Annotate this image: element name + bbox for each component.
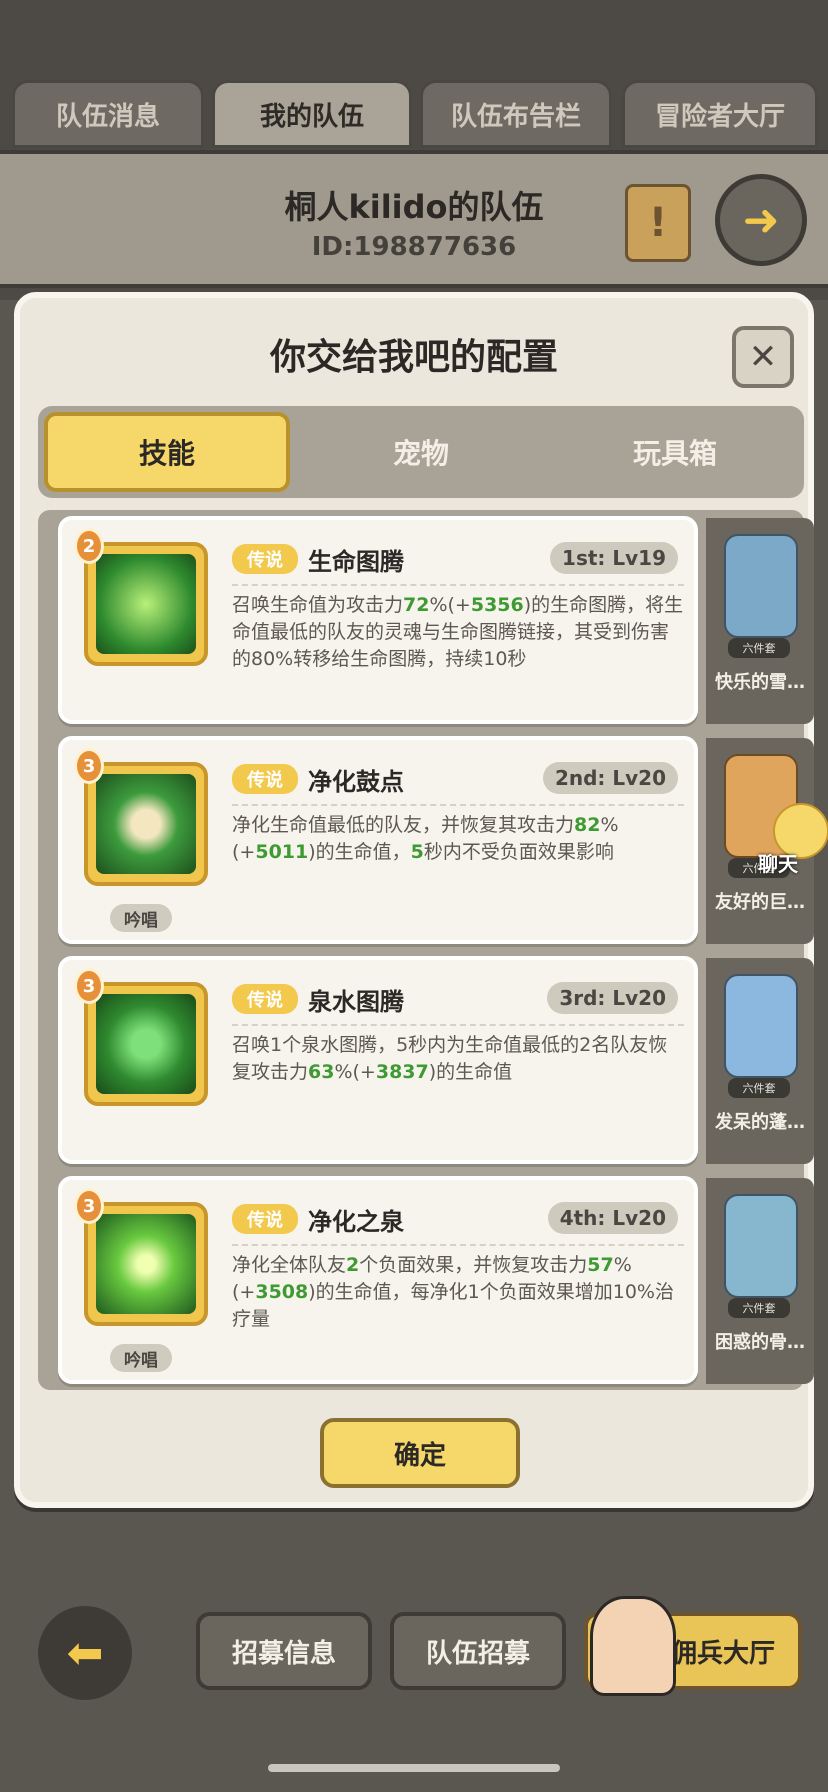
skill-slot-level: 1st: Lv19 (550, 542, 678, 574)
team-recruit-button[interactable]: 队伍招募 (390, 1612, 566, 1690)
divider (232, 1244, 684, 1246)
skill-description: 净化生命值最低的队友，并恢复其攻击力82%(+5011)的生命值，5秒内不受负面… (232, 814, 619, 863)
skill-card[interactable]: 3 吟唱 传说 净化鼓点 2nd: Lv20 净化生命值最低的队友，并恢复其攻击… (58, 736, 698, 944)
mercenary-avatar (590, 1596, 676, 1696)
pet-slot-1[interactable]: 六件套 快乐的雪… (706, 518, 814, 724)
tab-skills[interactable]: 技能 (44, 412, 290, 492)
pet-slot-3[interactable]: 六件套 发呆的蓬… (706, 958, 814, 1164)
close-button[interactable]: ✕ (732, 326, 794, 388)
home-indicator[interactable] (268, 1764, 560, 1772)
skill-description: 召唤生命值为攻击力72%(+5356)的生命图腾，将生命值最低的队友的灵魂与生命… (232, 594, 684, 670)
skill-icon (84, 762, 208, 886)
pet-name: 友好的巨… (715, 892, 805, 913)
pet-avatar (724, 534, 798, 638)
divider (232, 584, 684, 586)
exit-team-button[interactable]: ➜ (715, 174, 807, 266)
recruit-info-button[interactable]: 招募信息 (196, 1612, 372, 1690)
tab-pets[interactable]: 宠物 (298, 412, 544, 492)
skill-description: 净化全体队友2个负面效果，并恢复攻击力57%(+3508)的生命值，每净化1个负… (232, 1254, 674, 1330)
chant-badge: 吟唱 (110, 1344, 172, 1372)
skill-description: 召唤1个泉水图腾，5秒内为生命值最低的2名队友恢复攻击力63%(+3837)的生… (232, 1034, 668, 1083)
chat-label[interactable]: 聊天 (758, 848, 798, 877)
rarity-badge: 传说 (232, 544, 298, 574)
team-name: 桐人kilido的队伍 (284, 188, 544, 226)
spring-totem-icon (96, 994, 196, 1094)
skill-slot-level: 4th: Lv20 (547, 1202, 678, 1234)
rarity-badge: 传说 (232, 764, 298, 794)
tab-team-board[interactable]: 队伍布告栏 (420, 80, 612, 148)
skill-level-badge: 3 (74, 748, 104, 784)
divider (232, 804, 684, 806)
confirm-button[interactable]: 确定 (320, 1418, 520, 1488)
pet-avatar (724, 1194, 798, 1298)
config-tabs: 技能 宠物 玩具箱 (38, 406, 804, 498)
back-arrow-icon[interactable]: ⬅ (38, 1606, 132, 1700)
skill-card[interactable]: 3 吟唱 传说 净化之泉 4th: Lv20 净化全体队友2个负面效果，并恢复攻… (58, 1176, 698, 1384)
skill-name: 净化鼓点 (308, 768, 404, 796)
rarity-badge: 传说 (232, 984, 298, 1014)
skill-level-badge: 3 (74, 1188, 104, 1224)
spring-drop-icon (96, 1214, 196, 1314)
skill-level-badge: 2 (74, 528, 104, 564)
team-id: ID:198877636 (311, 232, 517, 262)
tab-team-messages[interactable]: 队伍消息 (12, 80, 204, 148)
pet-set-badge: 六件套 (728, 1298, 790, 1318)
skill-icon (84, 542, 208, 666)
totem-icon (96, 554, 196, 654)
tab-my-team[interactable]: 我的队伍 (212, 80, 412, 148)
drum-icon (96, 774, 196, 874)
pet-name: 快乐的雪… (715, 672, 805, 693)
pet-name: 困惑的骨… (715, 1332, 805, 1353)
skill-name: 泉水图腾 (308, 988, 404, 1016)
pet-set-badge: 六件套 (728, 638, 790, 658)
pet-set-badge: 六件套 (728, 1078, 790, 1098)
skill-card[interactable]: 2 传说 生命图腾 1st: Lv19 召唤生命值为攻击力72%(+5356)的… (58, 516, 698, 724)
rarity-badge: 传说 (232, 1204, 298, 1234)
config-modal: 你交给我吧的配置 ✕ 技能 宠物 玩具箱 六件套 快乐的雪… 六件套 友好的巨…… (14, 292, 814, 1508)
modal-title: 你交给我吧的配置 (269, 337, 558, 378)
skill-icon (84, 1202, 208, 1326)
skill-icon (84, 982, 208, 1106)
skill-level-badge: 3 (74, 968, 104, 1004)
team-header: 桐人kilido的队伍 ID:198877636 ! ➜ (0, 150, 828, 288)
pet-name: 发呆的蓬… (715, 1112, 805, 1133)
skill-name: 生命图腾 (308, 548, 404, 576)
tab-toybox[interactable]: 玩具箱 (552, 412, 798, 492)
skill-list[interactable]: 六件套 快乐的雪… 六件套 友好的巨… 六件套 发呆的蓬… 六件套 困惑的骨… … (38, 510, 814, 1390)
skill-slot-level: 2nd: Lv20 (542, 762, 678, 794)
skill-slot-level: 3rd: Lv20 (547, 982, 678, 1014)
skill-name: 净化之泉 (308, 1208, 404, 1236)
tab-adventurer-hall[interactable]: 冒险者大厅 (622, 80, 818, 148)
chant-badge: 吟唱 (110, 904, 172, 932)
pet-avatar (724, 974, 798, 1078)
divider (232, 1024, 684, 1026)
notice-scroll-icon[interactable]: ! (625, 184, 691, 262)
pet-slot-4[interactable]: 六件套 困惑的骨… (706, 1178, 814, 1384)
skill-card[interactable]: 3 传说 泉水图腾 3rd: Lv20 召唤1个泉水图腾，5秒内为生命值最低的2… (58, 956, 698, 1164)
